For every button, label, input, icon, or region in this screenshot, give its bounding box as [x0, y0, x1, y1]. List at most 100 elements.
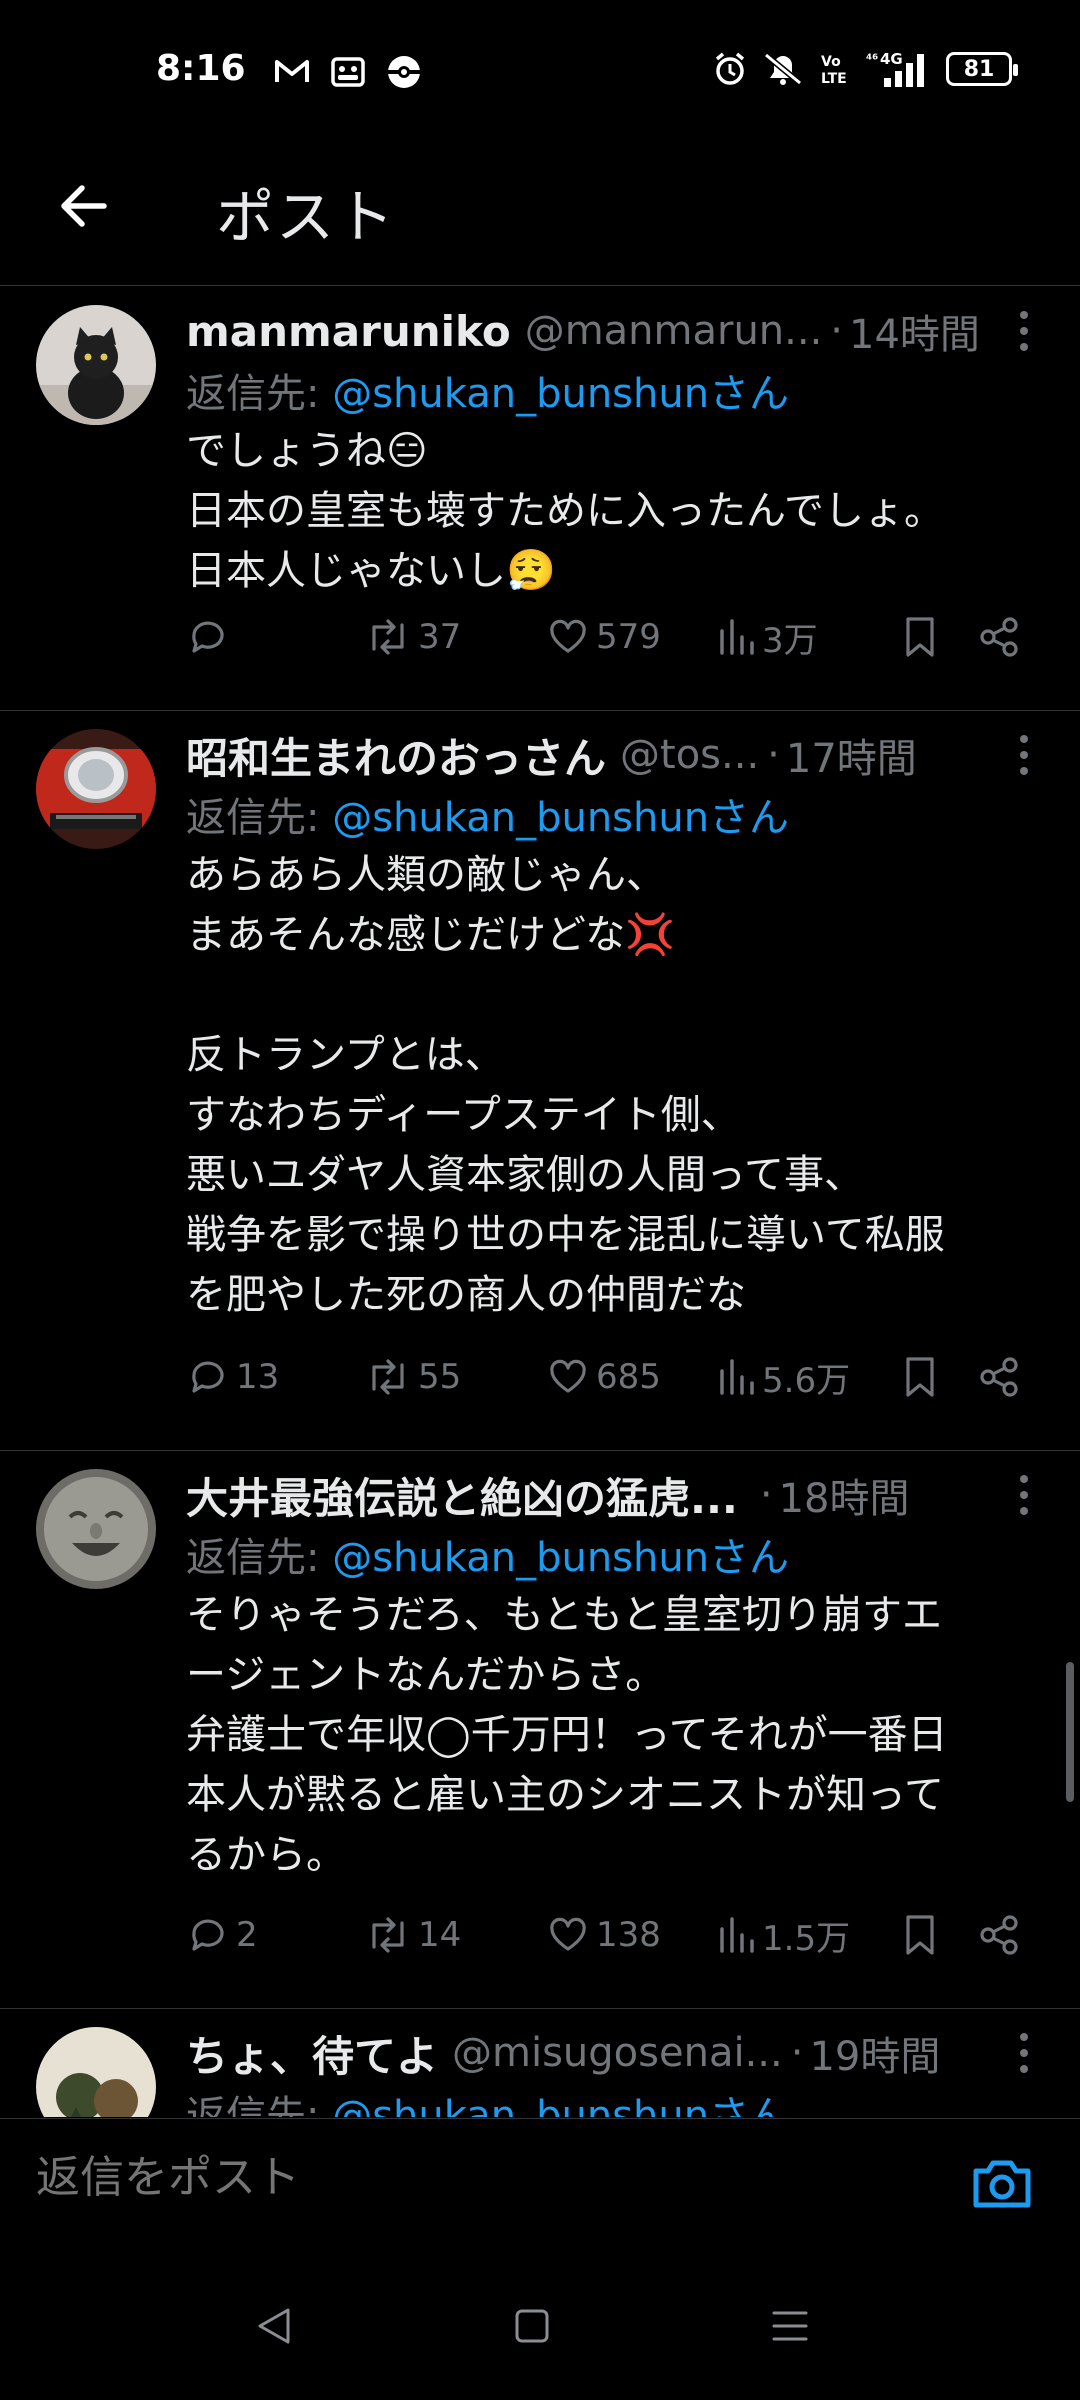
- views-button[interactable]: 3万: [716, 607, 818, 667]
- app-header: ポスト: [0, 140, 1080, 286]
- gmail-icon: [275, 60, 309, 82]
- teams-icon: [331, 57, 365, 87]
- reply-mention[interactable]: @shukan_bunshunさん: [332, 1535, 789, 1581]
- repost-icon: [372, 1917, 404, 1953]
- battery-level: 81: [963, 56, 995, 82]
- action-bar: 2 14 138 1.5万: [186, 1905, 1050, 1965]
- post-item[interactable]: 大井最強伝説と絶凶の猛虎... · 18時間 返信先: @shukan_buns…: [0, 1451, 1080, 2009]
- repost-button[interactable]: 37: [364, 607, 461, 667]
- author-name[interactable]: 昭和生まれのおっさん: [186, 725, 606, 786]
- share-button[interactable]: [978, 1905, 1022, 1965]
- reply-icon: [192, 1361, 224, 1393]
- mute-icon: [764, 52, 802, 86]
- view-count: 3万: [762, 620, 818, 661]
- status-time: 8:16: [156, 48, 246, 89]
- repost-button[interactable]: 14: [364, 1905, 461, 1965]
- separator-dot: ·: [790, 2030, 804, 2076]
- arrow-left-icon: [61, 185, 107, 227]
- reply-icon: [192, 1919, 224, 1951]
- author-name[interactable]: ちょ、待てよ: [186, 2023, 438, 2084]
- reply-label: 返信先:: [186, 2093, 333, 2117]
- post-body: あらあら人類の敵じゃん、 まあそんな感じだけどな💢 反トランプとは、 すなわちデ…: [186, 852, 945, 1318]
- svg-text:Vo: Vo: [821, 54, 841, 70]
- reply-count: 2: [236, 1915, 258, 1955]
- replies-feed[interactable]: manmaruniko @manmarun... · 14時間 返信先: @sh…: [0, 287, 1080, 2117]
- notification-icons: [272, 52, 424, 92]
- like-button[interactable]: 138: [546, 1905, 661, 1965]
- post-time[interactable]: 19時間: [809, 2024, 940, 2082]
- share-icon: [980, 617, 1018, 657]
- like-count: 579: [596, 617, 661, 657]
- status-bar: 8:16 Vo LTE ⁴⁶ 4G 81: [0, 0, 1080, 140]
- like-count: 685: [596, 1357, 661, 1397]
- network-label: 4G: [880, 50, 903, 68]
- post-item[interactable]: manmaruniko @manmarun... · 14時間 返信先: @sh…: [0, 287, 1080, 711]
- nav-recents-button[interactable]: [760, 2296, 820, 2356]
- reply-mention[interactable]: @shukan_bunshunさん: [332, 371, 789, 417]
- author-handle[interactable]: @misugosenai...: [452, 2030, 783, 2076]
- back-triangle-icon: [258, 2308, 290, 2344]
- menu-lines-icon: [772, 2311, 808, 2341]
- svg-text:⁴⁶: ⁴⁶: [866, 52, 878, 68]
- nav-back-button[interactable]: [244, 2296, 304, 2356]
- like-count: 138: [596, 1915, 661, 1955]
- bookmark-button[interactable]: [900, 1347, 940, 1407]
- scrollbar[interactable]: [1066, 1662, 1074, 1802]
- repost-count: 55: [418, 1357, 462, 1397]
- post-time[interactable]: 14時間: [849, 302, 980, 360]
- views-button[interactable]: 1.5万: [716, 1905, 850, 1965]
- action-bar: 13 55 685 5.6万: [186, 1347, 1050, 1407]
- post-time[interactable]: 17時間: [786, 726, 917, 784]
- post-time[interactable]: 18時間: [779, 1466, 910, 1524]
- more-options-icon[interactable]: [1004, 2029, 1044, 2077]
- more-options-icon[interactable]: [1004, 307, 1044, 355]
- avatar[interactable]: [36, 305, 156, 425]
- reply-mention[interactable]: @shukan_bunshunさん: [332, 795, 789, 841]
- views-chart-icon: [720, 619, 754, 655]
- car-avatar-image: [36, 729, 156, 849]
- like-button[interactable]: 685: [546, 1347, 661, 1407]
- reply-button[interactable]: 2: [186, 1905, 258, 1965]
- share-button[interactable]: [978, 1347, 1022, 1407]
- reply-input[interactable]: [36, 2143, 976, 2213]
- svg-text:LTE: LTE: [821, 71, 847, 87]
- bookmark-button[interactable]: [900, 1905, 940, 1965]
- like-button[interactable]: 579: [546, 607, 661, 667]
- reply-context: 返信先: @shukan_bunshunさん: [186, 2083, 789, 2117]
- views-button[interactable]: 5.6万: [716, 1347, 850, 1407]
- bookmark-button[interactable]: [900, 607, 940, 667]
- post-item[interactable]: ちょ、待てよ @misugosenai... · 19時間 返信先: @shuk…: [0, 2009, 1080, 2117]
- reply-button[interactable]: [186, 607, 236, 667]
- views-chart-icon: [720, 1359, 754, 1395]
- reply-label: 返信先:: [186, 1535, 333, 1581]
- bookmark-icon: [906, 1915, 934, 1955]
- avatar[interactable]: [36, 729, 156, 849]
- author-name[interactable]: 大井最強伝説と絶凶の猛虎...: [186, 1465, 738, 1526]
- stone-face-avatar-image: [36, 1469, 156, 1589]
- post-header: ちょ、待てよ @misugosenai... · 19時間: [186, 2023, 1044, 2083]
- back-button[interactable]: [52, 174, 116, 238]
- reply-mention[interactable]: @shukan_bunshunさん: [332, 2093, 789, 2117]
- bookmark-icon: [906, 617, 934, 657]
- more-options-icon[interactable]: [1004, 1471, 1044, 1519]
- more-options-icon[interactable]: [1004, 731, 1044, 779]
- repost-count: 37: [418, 617, 462, 657]
- reply-button[interactable]: 13: [186, 1347, 279, 1407]
- avatar[interactable]: [36, 2027, 156, 2117]
- avatar[interactable]: [36, 1469, 156, 1589]
- separator-dot: ·: [759, 1472, 773, 1518]
- post-item[interactable]: 昭和生まれのおっさん @tos... · 17時間 返信先: @shukan_b…: [0, 711, 1080, 1451]
- camera-icon[interactable]: [970, 2155, 1034, 2211]
- view-count: 5.6万: [762, 1360, 851, 1401]
- nav-home-button[interactable]: [502, 2296, 562, 2356]
- view-count: 1.5万: [762, 1918, 851, 1959]
- signal-icon: ⁴⁶ 4G: [866, 50, 924, 87]
- author-handle[interactable]: @tos...: [620, 732, 759, 778]
- repost-button[interactable]: 55: [364, 1347, 461, 1407]
- share-button[interactable]: [978, 607, 1022, 667]
- illustration-avatar-image: [36, 2027, 156, 2117]
- author-name[interactable]: manmaruniko: [186, 307, 511, 356]
- battery-icon: 81: [946, 52, 1018, 86]
- author-handle[interactable]: @manmarun...: [525, 308, 823, 354]
- reply-context: 返信先: @shukan_bunshunさん: [186, 1525, 789, 1583]
